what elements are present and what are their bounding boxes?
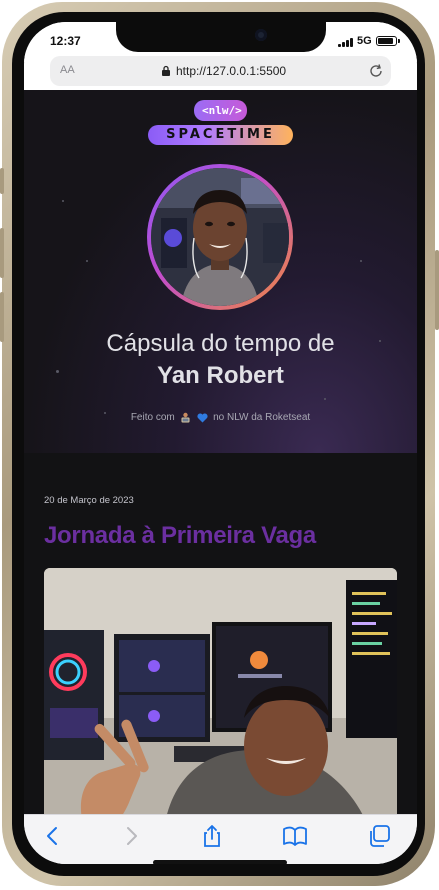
credits-suffix: no NLW da Roketseat bbox=[213, 412, 311, 424]
url-text[interactable]: http://127.0.0.1:5500 bbox=[176, 64, 286, 78]
star-decoration bbox=[86, 260, 88, 262]
address-bar[interactable]: AA http://127.0.0.1:5500 bbox=[50, 56, 391, 86]
web-content: <nlw/> SPACETIME Cápsula do tempo de Yan… bbox=[24, 90, 417, 814]
reload-icon[interactable] bbox=[368, 63, 384, 79]
blue-heart-icon bbox=[197, 412, 208, 422]
star-decoration bbox=[324, 398, 326, 400]
star-decoration bbox=[360, 260, 362, 262]
post-date: 20 de Março de 2023 bbox=[44, 495, 134, 506]
tabs-icon[interactable] bbox=[366, 823, 392, 849]
post-image bbox=[44, 568, 397, 814]
avatar bbox=[151, 168, 289, 306]
front-camera-icon bbox=[255, 29, 267, 41]
signal-icon bbox=[338, 37, 356, 47]
page-title-name: Yan Robert bbox=[157, 362, 284, 389]
technologist-emoji-icon bbox=[181, 412, 190, 423]
avatar-ring bbox=[147, 164, 293, 310]
status-time: 12:37 bbox=[50, 34, 81, 48]
spacetime-logo: SPACETIME bbox=[148, 125, 293, 145]
power-button bbox=[435, 250, 439, 330]
star-decoration bbox=[62, 200, 64, 202]
avatar-photo bbox=[151, 168, 289, 306]
bookmarks-icon[interactable] bbox=[282, 823, 308, 849]
nlw-logo-badge: <nlw/> bbox=[194, 100, 247, 121]
post-title[interactable]: Jornada à Primeira Vaga bbox=[44, 522, 316, 550]
share-icon[interactable] bbox=[199, 823, 225, 849]
phone-screen: 12:37 5G AA http://127.0.0.1:5500 <nlw/>… bbox=[24, 22, 417, 864]
battery-icon bbox=[376, 36, 400, 46]
text-size-button[interactable]: AA bbox=[60, 64, 75, 76]
back-icon[interactable] bbox=[40, 823, 66, 849]
page-title-prefix: Cápsula do tempo de bbox=[106, 330, 335, 357]
lock-icon bbox=[162, 65, 170, 76]
post-photo bbox=[44, 568, 397, 814]
volume-down-button bbox=[0, 292, 4, 342]
volume-up-button bbox=[0, 228, 4, 278]
credits-text: Feito com no NLW da Roketseat bbox=[24, 412, 417, 423]
silent-switch bbox=[0, 168, 4, 194]
network-type: 5G bbox=[357, 35, 372, 47]
browser-toolbar bbox=[24, 814, 417, 864]
hero-section: <nlw/> SPACETIME Cápsula do tempo de Yan… bbox=[24, 90, 417, 453]
credits-prefix: Feito com bbox=[130, 412, 175, 424]
forward-icon[interactable] bbox=[118, 823, 144, 849]
home-indicator[interactable] bbox=[153, 860, 287, 864]
notch bbox=[116, 22, 326, 52]
